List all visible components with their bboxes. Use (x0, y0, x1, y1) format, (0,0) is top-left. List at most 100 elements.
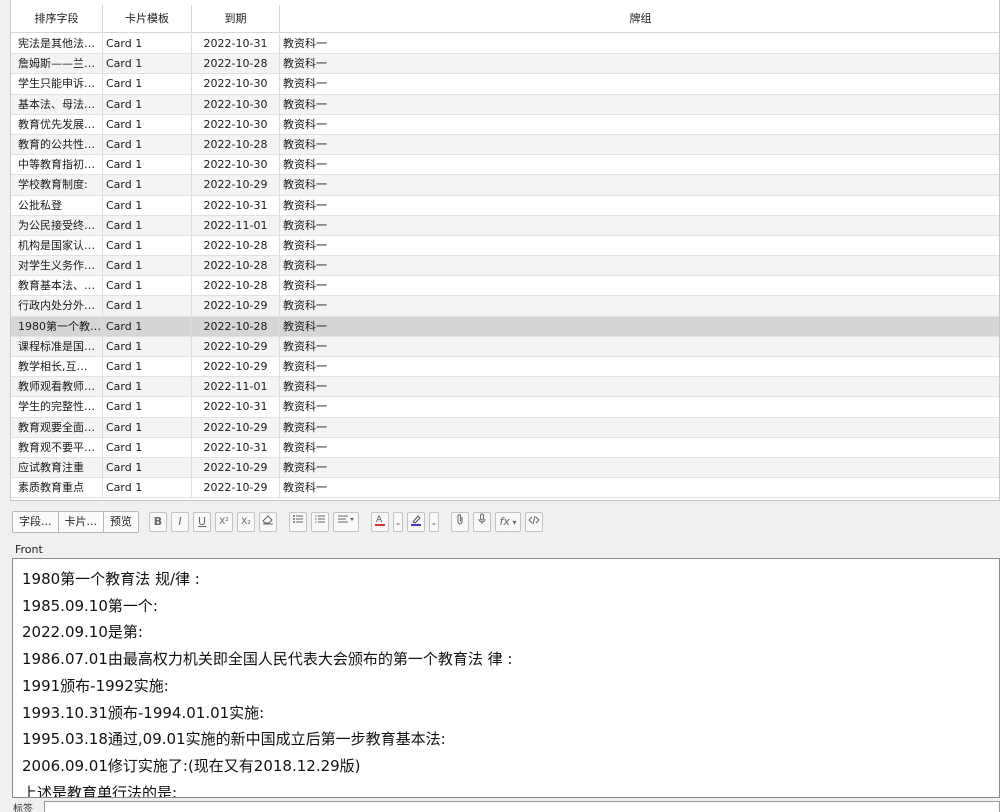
numbered-list-icon[interactable] (311, 512, 329, 532)
table-row[interactable]: 教学相长,互… Card 1 2022-10-29 教资科一 (11, 357, 999, 378)
cell-due: 2022-11-01 (192, 377, 280, 397)
cell-card-template: Card 1 (103, 215, 192, 235)
cell-due: 2022-10-29 (192, 357, 280, 377)
table-row[interactable]: 1980第一个教… Card 1 2022-10-28 教资科一 (11, 316, 999, 337)
subscript-button[interactable]: X₂ (237, 512, 255, 532)
html-editor-icon[interactable] (525, 512, 543, 532)
table-row[interactable]: 为公民接受终… Card 1 2022-11-01 教资科一 (11, 215, 999, 236)
bullet-list-icon[interactable] (289, 512, 307, 532)
table-row[interactable]: 公批私登 Card 1 2022-10-31 教资科一 (11, 195, 999, 216)
cell-due: 2022-10-29 (192, 417, 280, 437)
table-row[interactable]: 素质教育重点 Card 1 2022-10-29 教资科一 (11, 478, 999, 499)
column-header-card-template[interactable]: 卡片模板 (103, 5, 192, 32)
table-row[interactable]: 教育观要全面… Card 1 2022-10-29 教资科一 (11, 417, 999, 438)
cell-deck: 教资科一 (283, 360, 327, 373)
table-row[interactable]: 基本法、母法… Card 1 2022-10-30 教资科一 (11, 94, 999, 115)
table-row[interactable]: 中等教育指初… Card 1 2022-10-30 教资科一 (11, 155, 999, 176)
cell-card-template: Card 1 (103, 336, 192, 356)
cell-sort-field: 为公民接受终… (11, 215, 103, 235)
cell-due: 2022-10-31 (192, 437, 280, 457)
table-row[interactable]: 学校教育制度: Card 1 2022-10-29 教资科一 (11, 175, 999, 196)
front-field-editor[interactable]: 1980第一个教育法 规/律 : 1985.09.10第一个: 2022.09.10… (12, 558, 1000, 798)
formula-icon[interactable]: fx ▾ (495, 512, 521, 532)
cell-due: 2022-10-29 (192, 175, 280, 195)
table-row[interactable]: 行政内处分外… Card 1 2022-10-29 教资科一 (11, 296, 999, 317)
cell-sort-field: 教育优先发展… (11, 114, 103, 134)
table-row[interactable]: 教师观看教师… Card 1 2022-11-01 教资科一 (11, 377, 999, 398)
cell-deck: 教资科一 (283, 37, 327, 50)
editor-line: 1980第一个教育法 规/律 : (22, 570, 200, 588)
column-header-deck[interactable]: 牌组 (280, 5, 999, 32)
cell-deck: 教资科一 (283, 279, 327, 293)
editor-line: 上述是教育单行法的是: (22, 783, 178, 798)
editor-line: 1986.07.01由最高权力机关即全国人民代表大会颁布的第一个教育法 律 : (22, 650, 513, 669)
cell-deck: 教资科一 (283, 117, 327, 131)
cell-due: 2022-10-28 (192, 256, 280, 276)
cell-deck: 教资科一 (283, 319, 327, 333)
cell-card-template: Card 1 (103, 195, 192, 215)
highlight-icon[interactable] (407, 512, 425, 532)
cell-card-template: Card 1 (103, 175, 192, 195)
cell-sort-field: 素质教育重点 (11, 478, 103, 498)
align-icon[interactable] (333, 512, 359, 532)
table-row[interactable]: 学生只能申诉… Card 1 2022-10-30 教资科一 (11, 74, 999, 95)
italic-button[interactable]: I (171, 512, 189, 532)
fields-button[interactable]: 字段... (12, 511, 59, 533)
table-row[interactable]: 詹姆斯——兰… Card 1 2022-10-28 教资科一 (11, 54, 999, 75)
table-row[interactable]: 应试教育注重 Card 1 2022-10-29 教资科一 (11, 457, 999, 479)
cell-deck: 教资科一 (283, 97, 327, 111)
table-row[interactable]: 教育的公共性… Card 1 2022-10-28 教资科一 (11, 134, 999, 156)
cell-due: 2022-10-28 (192, 54, 280, 74)
text-color-dropdown-icon[interactable]: ⌄ (393, 512, 403, 532)
cell-due: 2022-10-31 (192, 195, 280, 215)
cell-card-template: Card 1 (103, 34, 192, 54)
cell-sort-field: 课程标准是国… (11, 336, 103, 356)
card-list[interactable]: 排序字段 卡片模板 到期 牌组 宪法是其他法… Card 1 2022-10-31 教… (10, 0, 1000, 501)
microphone-icon[interactable] (473, 512, 491, 532)
preview-button[interactable]: 预览 (103, 511, 139, 533)
svg-text:A: A (376, 515, 383, 525)
cell-card-template: Card 1 (103, 397, 192, 417)
cell-card-template: Card 1 (103, 54, 192, 74)
field-name-label: Front (15, 543, 43, 556)
table-row[interactable]: 机构是国家认… Card 1 2022-10-28 教资科一 (11, 235, 999, 257)
cell-due: 2022-10-29 (192, 457, 280, 478)
cell-due: 2022-10-29 (192, 296, 280, 316)
cards-button[interactable]: 卡片... (57, 511, 104, 533)
bold-button[interactable]: B (149, 512, 167, 532)
cell-deck: 教资科一 (283, 178, 327, 192)
highlight-dropdown-icon[interactable]: ⌄ (429, 512, 439, 532)
cell-due: 2022-10-30 (192, 74, 280, 94)
cell-deck: 教资科一 (283, 420, 327, 434)
cell-sort-field: 机构是国家认… (11, 235, 103, 256)
cell-sort-field: 教育基本法、… (11, 276, 103, 296)
tags-input[interactable] (44, 801, 1000, 812)
eraser-icon[interactable] (259, 512, 277, 532)
cell-sort-field: 1980第一个教… (11, 316, 103, 336)
cell-deck: 教资科一 (283, 299, 327, 313)
table-row[interactable]: 对学生义务作… Card 1 2022-10-28 教资科一 (11, 256, 999, 277)
table-row[interactable]: 教育基本法、… Card 1 2022-10-28 教资科一 (11, 276, 999, 297)
column-header-row: 排序字段 卡片模板 到期 牌组 (11, 5, 999, 33)
editor-toolbar: 字段... 卡片... 预览 B I U X² X₂ A ⌄ ⌄ fx ▾ (12, 511, 544, 533)
editor-line: 1995.03.18通过,09.01实施的新中国成立后第一步教育基本法: (22, 730, 446, 749)
table-row[interactable]: 宪法是其他法… Card 1 2022-10-31 教资科一 (11, 34, 999, 55)
table-row[interactable]: 学生的完整性… Card 1 2022-10-31 教资科一 (11, 397, 999, 418)
text-color-icon[interactable]: A (371, 512, 389, 532)
table-row[interactable]: 教育观不要平… Card 1 2022-10-31 教资科一 (11, 437, 999, 458)
cell-sort-field: 学生只能申诉… (11, 74, 103, 94)
column-header-sort-field[interactable]: 排序字段 (11, 5, 103, 32)
cell-deck: 教资科一 (283, 460, 327, 474)
attachment-icon[interactable] (451, 512, 469, 532)
cell-due: 2022-10-31 (192, 397, 280, 417)
table-row[interactable]: 课程标准是国… Card 1 2022-10-29 教资科一 (11, 336, 999, 357)
editor-line: 2022.09.10是第: (22, 623, 143, 642)
cell-card-template: Card 1 (103, 114, 192, 134)
cell-sort-field: 学校教育制度: (11, 175, 103, 195)
cell-card-template: Card 1 (103, 437, 192, 457)
formula-label: fx (499, 515, 510, 528)
column-header-due[interactable]: 到期 (192, 5, 280, 32)
underline-button[interactable]: U (193, 512, 211, 532)
superscript-button[interactable]: X² (215, 512, 233, 532)
table-row[interactable]: 教育优先发展… Card 1 2022-10-30 教资科一 (11, 114, 999, 135)
